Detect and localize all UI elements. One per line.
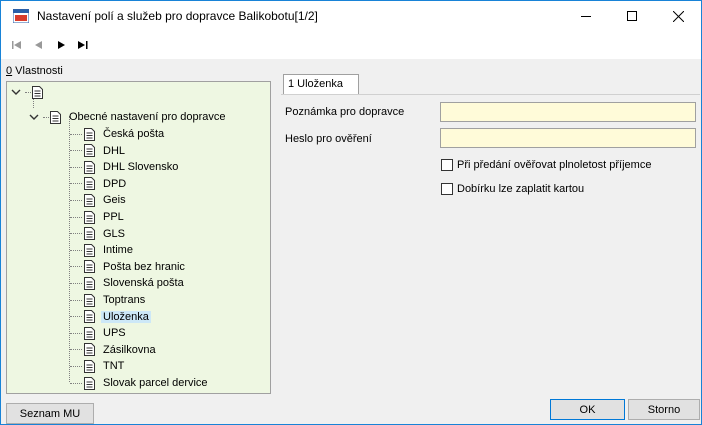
- document-icon: [32, 85, 43, 99]
- tree-item-label: Toptrans: [103, 294, 146, 306]
- tree-item-label: Geis: [103, 194, 126, 207]
- tree-item[interactable]: Pošta bez hranic: [70, 259, 187, 275]
- close-icon: [672, 10, 684, 22]
- document-icon: [84, 210, 95, 224]
- first-record-icon: [12, 41, 21, 49]
- document-icon: [84, 193, 95, 207]
- kz-app-icon: [13, 9, 29, 23]
- previous-record-button[interactable]: [32, 39, 46, 51]
- tree-item-label: DHL: [103, 144, 126, 157]
- verify-adult-recipient-checkbox-row[interactable]: Při předání ověřovat plnoletost příjemce: [441, 158, 651, 172]
- document-icon: [84, 127, 95, 141]
- document-icon: [84, 359, 95, 373]
- card-payment-cod-label: Dobírku lze zaplatit kartou: [457, 183, 585, 195]
- tree-item[interactable]: GLS: [70, 226, 127, 242]
- tree-item-label: DPD: [103, 177, 127, 190]
- document-icon: [84, 243, 95, 257]
- tree-item-label: TNT: [103, 360, 125, 373]
- document-icon: [84, 376, 95, 390]
- note-for-carrier-label: Poznámka pro dopravce: [285, 106, 405, 118]
- document-icon: [84, 177, 95, 191]
- tree-item[interactable]: Slovenská pošta: [70, 275, 186, 291]
- tree-root-row[interactable]: [11, 84, 53, 100]
- record-navigation-toolbar: [1, 31, 701, 59]
- tree-item-label: Slovak parcel dervice: [103, 377, 208, 389]
- document-icon: [84, 293, 95, 307]
- chevron-down-icon: [11, 89, 21, 95]
- storno-button[interactable]: Storno: [628, 399, 700, 420]
- tree-item-label: PPL: [103, 211, 124, 223]
- title-bar[interactable]: Nastavení polí a služeb pro dopravce Bal…: [1, 1, 701, 31]
- tree-item[interactable]: Toptrans: [70, 292, 147, 308]
- document-icon: [84, 276, 95, 290]
- document-icon: [84, 343, 95, 357]
- tree-item-label: UPS: [103, 327, 126, 340]
- minimize-icon: [581, 16, 591, 17]
- tree-item-label: DHL Slovensko: [103, 161, 179, 174]
- seznam-mu-button[interactable]: Seznam MU: [6, 403, 94, 424]
- tree-item[interactable]: Intime: [70, 242, 135, 258]
- tree-item[interactable]: DHL Slovensko: [70, 159, 180, 175]
- close-button[interactable]: [655, 1, 701, 31]
- verification-password-label: Heslo pro ověření: [285, 133, 372, 145]
- document-icon: [84, 260, 95, 274]
- tree-item-label: GLS: [103, 227, 126, 240]
- dialog-window: Nastavení polí a služeb pro dopravce Bal…: [0, 0, 702, 425]
- tree-item[interactable]: DPD: [70, 176, 128, 192]
- document-icon: [84, 227, 95, 241]
- tree-item-label: Zásilkovna: [103, 343, 156, 356]
- tree-item[interactable]: Zásilkovna: [70, 342, 158, 358]
- last-record-icon: [78, 41, 88, 49]
- document-icon: [84, 310, 95, 324]
- tree-item[interactable]: TNT: [70, 358, 126, 374]
- tree-item[interactable]: Slovak parcel dervice: [70, 375, 210, 391]
- verify-adult-recipient-checkbox[interactable]: [441, 159, 453, 171]
- note-for-carrier-input[interactable]: [440, 102, 696, 122]
- tree-item[interactable]: UPS: [70, 325, 128, 341]
- properties-label: 0 Vlastnosti: [6, 65, 63, 77]
- tree-item-label-selected: Uloženka: [101, 310, 151, 323]
- document-icon: [84, 144, 95, 158]
- verify-adult-recipient-label: Při předání ověřovat plnoletost příjemce: [457, 159, 652, 171]
- first-record-button[interactable]: [10, 39, 24, 51]
- ok-button[interactable]: OK: [550, 399, 625, 420]
- tree-group-row[interactable]: Obecné nastavení pro dopravce: [29, 109, 228, 125]
- next-record-button[interactable]: [54, 39, 68, 51]
- tab-ulozenka[interactable]: 1 Uloženka: [283, 74, 359, 95]
- tree-group-label: Obecné nastavení pro dopravce: [69, 111, 226, 123]
- card-payment-cod-checkbox[interactable]: [441, 183, 453, 195]
- tab-label: 1 Uloženka: [288, 78, 344, 90]
- next-record-icon: [58, 41, 65, 49]
- tree-item-label: Slovenská pošta: [103, 277, 184, 290]
- maximize-icon: [627, 11, 637, 21]
- tree-item[interactable]: Uloženka: [70, 309, 151, 325]
- window-title: Nastavení polí a služeb pro dopravce Bal…: [37, 9, 318, 23]
- verification-password-input[interactable]: [440, 128, 696, 148]
- tree-item-label: Česká pošta: [103, 128, 165, 140]
- card-payment-cod-checkbox-row[interactable]: Dobírku lze zaplatit kartou: [441, 182, 584, 196]
- tree-item-label: Pošta bez hranic: [103, 260, 185, 273]
- minimize-button[interactable]: [563, 1, 609, 31]
- document-icon: [50, 110, 61, 124]
- tree-item[interactable]: PPL: [70, 209, 126, 225]
- tree-item[interactable]: Geis: [70, 192, 128, 208]
- last-record-button[interactable]: [76, 39, 90, 51]
- tree-item-label: Intime: [103, 244, 133, 257]
- chevron-down-icon: [29, 114, 39, 120]
- tree-item[interactable]: DHL: [70, 143, 127, 159]
- tab-divider: [281, 94, 700, 95]
- maximize-button[interactable]: [609, 1, 655, 31]
- previous-record-icon: [35, 41, 42, 49]
- tree-item[interactable]: Česká pošta: [70, 126, 166, 142]
- document-icon: [84, 160, 95, 174]
- document-icon: [84, 326, 95, 340]
- properties-tree[interactable]: Obecné nastavení pro dopravce Česká pošt…: [6, 81, 271, 394]
